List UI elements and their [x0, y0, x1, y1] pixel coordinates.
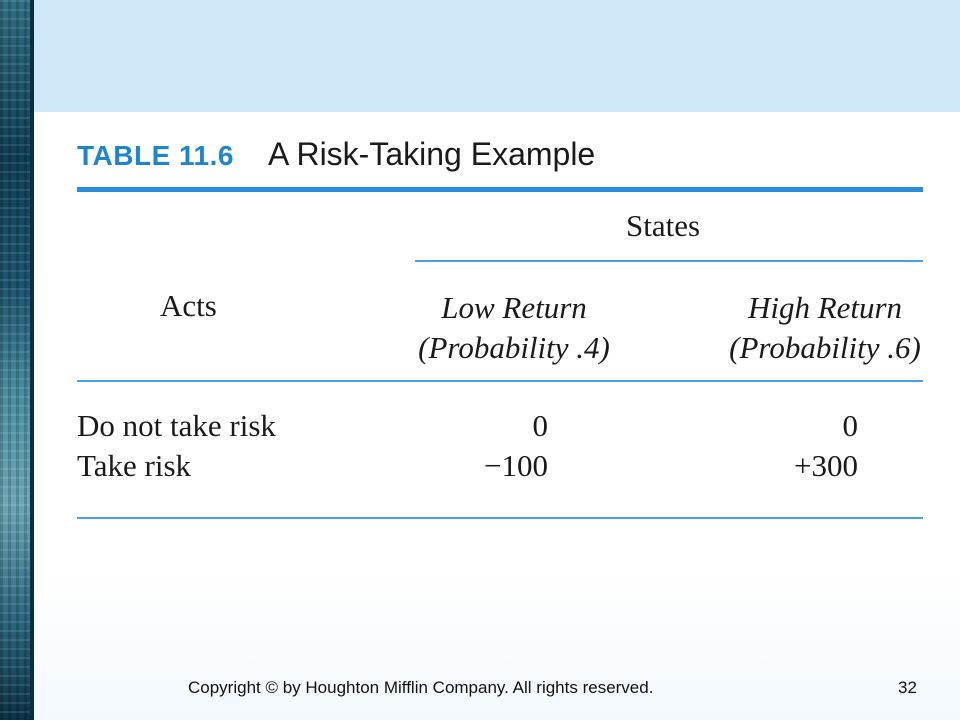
cell-do-not-take-risk-low: 0	[532, 408, 549, 443]
row-label-take-risk: Take risk	[77, 448, 192, 483]
page-number: 32	[898, 678, 917, 697]
row-label-do-not-take-risk: Do not take risk	[77, 408, 276, 443]
table-top-rule	[77, 187, 923, 192]
column-name: High Return	[747, 290, 903, 325]
table-number: TABLE 11.6	[77, 140, 234, 171]
table-bottom-rule	[77, 517, 923, 519]
header-rule	[77, 380, 923, 382]
cell-take-risk-high: +300	[794, 448, 858, 483]
header-band	[34, 0, 960, 112]
copyright-notice: Copyright © by Houghton Mifflin Company.…	[188, 678, 654, 697]
column-header-low-return: Low Return (Probability .4)	[404, 288, 624, 368]
cell-take-risk-low: −100	[484, 448, 548, 483]
column-header-high-return: High Return (Probability .6)	[715, 288, 935, 368]
table-heading: TABLE 11.6 A Risk-Taking Example	[77, 136, 595, 173]
decorative-side-strip	[0, 0, 34, 720]
states-group-header: States	[626, 208, 701, 243]
states-underline	[415, 260, 923, 262]
acts-column-header: Acts	[160, 288, 217, 323]
table-title: A Risk-Taking Example	[267, 136, 596, 172]
column-name: Low Return	[441, 290, 587, 325]
column-probability: (Probability .4)	[418, 330, 610, 365]
column-probability: (Probability .6)	[729, 330, 921, 365]
cell-do-not-take-risk-high: 0	[842, 408, 859, 443]
